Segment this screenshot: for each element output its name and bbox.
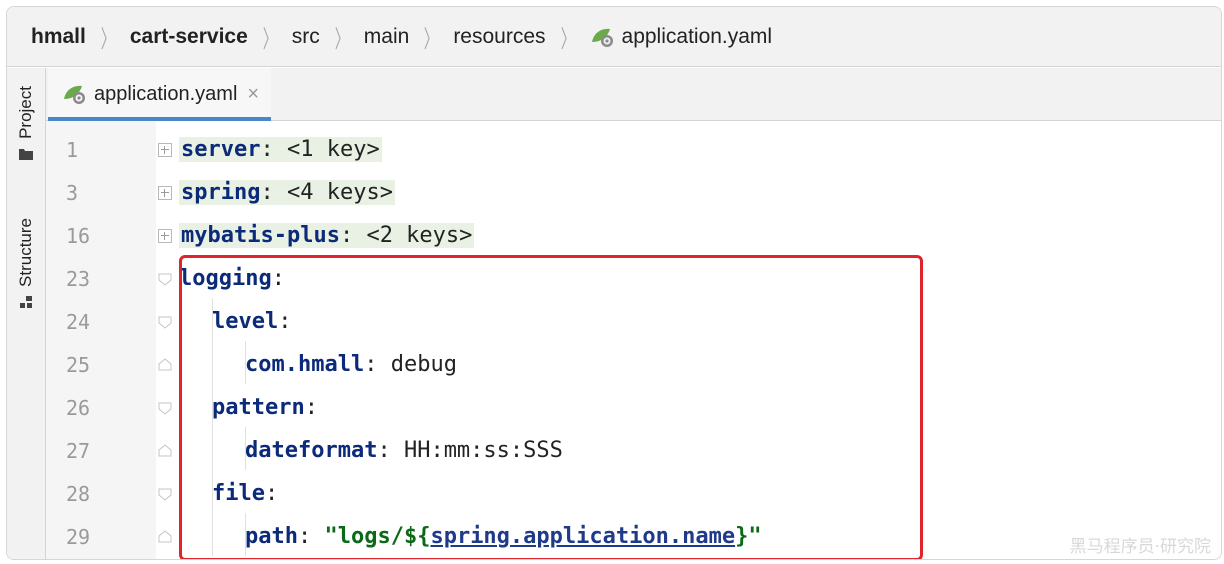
spring-yaml-icon [590,26,616,48]
breadcrumb: hmall 〉 cart-service 〉 src 〉 main 〉 reso… [7,7,1221,67]
yaml-placeholder[interactable]: : <2 keys> [340,223,472,248]
expand-fold-icon[interactable] [158,142,172,157]
breadcrumb-item-src[interactable]: src [292,25,320,49]
line-number: 24 [66,309,91,334]
structure-icon [19,295,33,314]
project-tool-tab[interactable]: Project [7,86,45,165]
close-icon[interactable]: × [247,83,259,106]
chevron-right-icon: 〉 [100,26,116,53]
yaml-key: mybatis-plus [181,223,340,248]
code-line: 1 server: <1 key> [46,128,1221,171]
yaml-placeholder[interactable]: : <1 key> [260,137,379,162]
collapse-fold-icon[interactable] [158,315,172,329]
line-number: 27 [66,438,91,463]
code-text: spring: <4 keys> [179,180,395,205]
tab-label: application.yaml [94,82,238,105]
yaml-key: server [181,137,261,162]
line-number: 3 [66,180,79,205]
code-editor[interactable]: 1 server: <1 key> 3 spring: <4 keys> 16 … [46,121,1221,559]
line-number: 25 [66,352,91,377]
chevron-right-icon: 〉 [334,26,349,53]
highlight-annotation [179,255,923,559]
code-text: server: <1 key> [179,137,382,162]
chevron-right-icon: 〉 [424,26,439,53]
line-number: 1 [66,137,79,162]
breadcrumb-item-resources[interactable]: resources [453,25,545,49]
chevron-right-icon: 〉 [262,26,277,53]
breadcrumb-item-hmall[interactable]: hmall [31,25,86,49]
line-number: 28 [66,481,91,506]
breadcrumb-item-cart-service[interactable]: cart-service [130,25,248,49]
fold-end-icon[interactable] [158,357,172,372]
breadcrumb-item-file[interactable]: application.yaml [590,24,773,49]
line-number: 16 [66,223,91,248]
watermark: 黑马程序员·研究院 [1069,537,1211,557]
structure-tool-tab[interactable]: Structure [7,218,45,314]
line-number: 23 [66,266,91,291]
line-number: 26 [66,395,91,420]
project-tool-label: Project [16,86,35,139]
fold-end-icon[interactable] [158,529,172,544]
fold-end-icon[interactable] [158,443,172,458]
yaml-key: spring [181,180,261,205]
left-tool-strip: Project Structure [7,68,46,559]
collapse-fold-icon[interactable] [158,401,172,415]
expand-fold-icon[interactable] [158,228,172,243]
code-line: 16 mybatis-plus: <2 keys> [46,214,1221,257]
collapse-fold-icon[interactable] [158,487,172,501]
structure-tool-label: Structure [16,218,35,287]
collapse-fold-icon[interactable] [158,272,172,286]
breadcrumb-item-main[interactable]: main [364,25,410,49]
yaml-placeholder[interactable]: : <4 keys> [260,180,392,205]
editor-tab-bar: application.yaml × [46,68,1221,121]
ide-window: hmall 〉 cart-service 〉 src 〉 main 〉 reso… [6,6,1222,560]
spring-yaml-icon [62,83,88,105]
code-line: 3 spring: <4 keys> [46,171,1221,214]
tab-application-yaml[interactable]: application.yaml × [48,68,272,121]
folder-icon [19,147,33,165]
expand-fold-icon[interactable] [158,185,172,200]
code-text: mybatis-plus: <2 keys> [179,223,475,248]
breadcrumb-file-label: application.yaml [621,24,773,48]
chevron-right-icon: 〉 [560,26,575,53]
line-number: 29 [66,524,91,549]
